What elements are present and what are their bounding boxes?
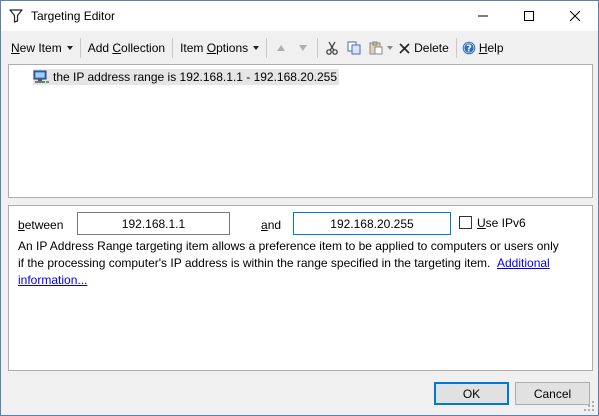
use-ipv6-checkbox[interactable] [459,216,472,229]
delete-button[interactable]: Delete [397,37,453,59]
toolbar-separator [317,38,319,58]
toolbar-separator [172,38,174,58]
add-collection-label: Add Collection [87,41,166,55]
close-button[interactable] [552,1,598,31]
to-ip-field[interactable]: 192.168.20.255 [293,212,451,235]
filter-icon [9,9,23,23]
description-line-2: if the processing computer's IP address … [18,256,550,270]
additional-information-link[interactable]: Additional [497,256,550,270]
chevron-down-icon[interactable] [387,46,394,50]
ok-button[interactable]: OK [434,382,509,405]
maximize-icon [524,11,534,21]
chevron-down-icon [66,46,73,50]
use-ipv6-label[interactable]: Use IPv6 [477,216,526,230]
minimize-icon [478,15,488,17]
and-label: and [261,218,282,232]
title-bar[interactable]: Targeting Editor [1,1,598,31]
from-ip-field[interactable]: 192.168.1.1 [77,212,230,235]
cancel-button[interactable]: Cancel [515,382,590,405]
toolbar: New Item Add Collection Item Options Del… [1,33,598,63]
window-title: Targeting Editor [31,9,116,23]
svg-text:?: ? [466,44,472,55]
new-item-label: New Item [11,41,62,55]
close-icon [570,11,580,21]
chevron-down-icon [253,46,260,50]
item-options-label: Item Options [180,41,249,55]
between-label: between [18,218,64,232]
item-options-button[interactable]: Item Options [176,37,263,59]
toolbar-separator [455,38,457,58]
arrow-up-icon[interactable] [273,40,289,56]
additional-information-link-cont[interactable]: information... [18,273,87,287]
targeting-editor-window: Targeting Editor New Item Add Collection… [0,0,599,416]
network-computer-icon [33,70,49,84]
maximize-button[interactable] [506,1,552,31]
paste-icon[interactable] [368,40,384,56]
toolbar-separator [266,38,268,58]
scissors-icon[interactable] [324,40,340,56]
description-line-3: information... [18,272,584,289]
resize-grip-icon[interactable] [583,400,595,412]
description-text: An IP Address Range targeting item allow… [18,238,584,289]
delete-icon [399,42,410,54]
new-item-button[interactable]: New Item [7,37,77,59]
help-icon: ? [462,41,476,55]
toolbar-separator [79,38,81,58]
help-label: Help [478,41,504,55]
tree-item-ip-range[interactable]: the IP address range is 192.168.1.1 - 19… [33,69,339,85]
add-collection-button[interactable]: Add Collection [84,37,169,59]
delete-label: Delete [414,41,449,55]
properties-pane: between 192.168.1.1 and 192.168.20.255 U… [8,205,593,371]
help-button[interactable]: ? Help [460,37,508,59]
targeting-tree[interactable]: the IP address range is 192.168.1.1 - 19… [8,64,593,198]
tree-item-label: the IP address range is 192.168.1.1 - 19… [53,70,337,84]
minimize-button[interactable] [460,1,506,31]
description-line-1: An IP Address Range targeting item allow… [18,239,559,253]
arrow-down-icon[interactable] [295,40,311,56]
copy-icon[interactable] [346,40,362,56]
